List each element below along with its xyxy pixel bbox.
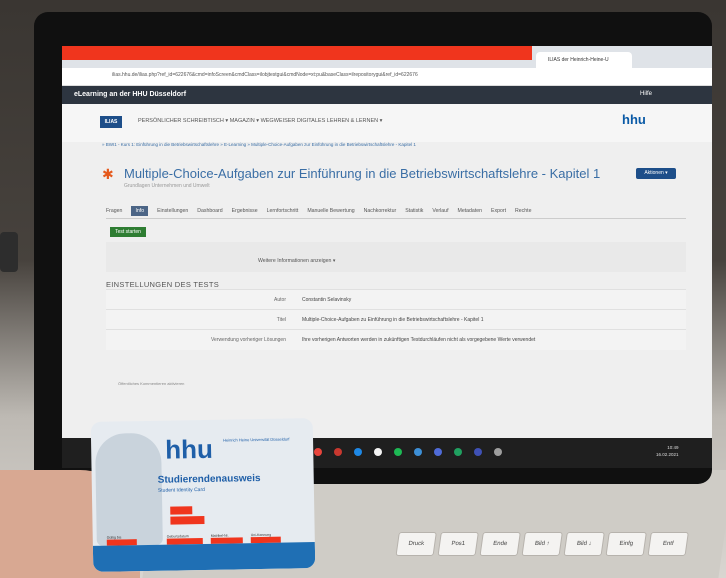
card-label-birth: Geburtsdatum <box>166 534 189 539</box>
tab-export[interactable]: Export <box>491 208 506 214</box>
app-blue-icon[interactable] <box>474 448 482 456</box>
row-label: Titel <box>276 317 286 323</box>
music-icon[interactable] <box>394 448 402 456</box>
ilias-logo[interactable]: ILIAS <box>100 116 122 128</box>
test-puzzle-icon: ✱ <box>102 166 114 182</box>
tab-divider <box>106 218 686 219</box>
card-hhu-logo: hhu <box>164 433 214 465</box>
tab-info[interactable]: Info <box>131 206 149 216</box>
page-subtitle: Grundlagen Unternehmen und Umwelt <box>124 183 210 189</box>
key-entf: Entf <box>647 532 689 556</box>
key-bild-down: Bild ↓ <box>563 532 605 556</box>
redaction-bar <box>62 46 532 60</box>
key-pos1: Pos1 <box>437 532 479 556</box>
info-panel <box>106 242 686 272</box>
start-test-button[interactable]: Test starten <box>110 227 146 237</box>
taskbar-clock[interactable]: 10:49 16.02.2021 <box>656 444 679 458</box>
row-label: Verwendung vorheriger Lösungen <box>210 337 286 343</box>
tab-fragen[interactable]: Fragen <box>106 208 122 214</box>
tab-rechte[interactable]: Rechte <box>515 208 531 214</box>
settings-row-previous-solutions: Verwendung vorheriger Lösungen Ihre vorh… <box>106 329 686 350</box>
tab-ergebnisse[interactable]: Ergebnisse <box>232 208 258 214</box>
tab-statistik[interactable]: Statistik <box>405 208 423 214</box>
browser-tab[interactable]: ILIAS der Heinrich-Heine-U <box>536 52 632 68</box>
row-value: Multiple-Choice-Aufgaben zu Einführung i… <box>302 317 484 323</box>
breadcrumb[interactable]: » BWI1 - Kurs 1: Einführung in die Betri… <box>102 142 416 147</box>
tab-verlauf[interactable]: Verlauf <box>432 208 448 214</box>
key-ende: Ende <box>479 532 521 556</box>
page-title: Multiple-Choice-Aufgaben zur Einführung … <box>124 166 601 181</box>
tab-nachkorrektur[interactable]: Nachkorrektur <box>364 208 397 214</box>
key-druck: Druck <box>395 532 437 556</box>
row-label: Autor <box>274 297 286 303</box>
card-label-uni-id: Uni-Kennung <box>250 532 272 538</box>
browser-icon[interactable] <box>354 448 362 456</box>
student-id-card: hhu Heinrich Heine Universität Düsseldor… <box>90 418 316 572</box>
card-title: Studierendenausweis <box>157 472 261 486</box>
settings-icon[interactable] <box>494 448 502 456</box>
card-label-matrikel: Matrikel-Nr. <box>210 533 229 538</box>
tab-bar: Fragen Info Einstellungen Dashboard Ergebnis… <box>106 206 686 218</box>
site-title[interactable]: eLearning an der HHU Düsseldorf <box>74 91 186 98</box>
lamp <box>0 232 18 272</box>
app-green-icon[interactable] <box>454 448 462 456</box>
tab-manuelle-bewertung[interactable]: Manuelle Bewertung <box>307 208 354 214</box>
main-menu[interactable]: PERSÖNLICHER SCHREIBTISCH ▾ MAGAZIN ▾ WE… <box>138 118 382 124</box>
folder-icon[interactable] <box>414 448 422 456</box>
photos-icon[interactable] <box>434 448 442 456</box>
row-value: Ihre vorherigen Antworten werden in zukü… <box>302 337 536 343</box>
app-icon[interactable] <box>314 448 322 456</box>
url-text[interactable]: ilias.hhu.de/ilias.php?ref_id=622676&cmd… <box>112 72 418 78</box>
settings-row-title: Titel Multiple-Choice-Aufgaben zu Einfüh… <box>106 309 686 330</box>
more-info-link[interactable]: Weitere Informationen anzeigen ▾ <box>258 258 335 264</box>
tab-einstellungen[interactable]: Einstellungen <box>157 208 188 214</box>
key-einfg: Einfg <box>605 532 647 556</box>
card-blue-stripe <box>92 542 316 572</box>
portrait-silhouette <box>94 432 163 546</box>
card-label-valid: Gültig bis <box>106 535 122 540</box>
tab-lernfortschritt[interactable]: Lernfortschritt <box>267 208 299 214</box>
pdf-icon[interactable] <box>334 448 342 456</box>
help-link[interactable]: Hilfe <box>640 91 652 97</box>
settings-row-author: Autor Constantin Selavinsky <box>106 289 686 310</box>
tab-metadaten[interactable]: Metadaten <box>458 208 483 214</box>
card-subtitle: Student Identity Card <box>157 486 205 494</box>
comments-toggle-link[interactable]: Öffentliches Kommentieren aktivieren <box>118 381 184 386</box>
chrome-icon[interactable] <box>374 448 382 456</box>
tab-dashboard[interactable]: Dashboard <box>197 208 222 214</box>
clock-date: 16.02.2021 <box>656 452 679 457</box>
redaction-name <box>170 506 193 515</box>
clock-time: 10:49 <box>667 445 679 450</box>
actions-button[interactable]: Aktionen ▾ <box>636 168 676 179</box>
key-bild-up: Bild ↑ <box>521 532 563 556</box>
laptop-screen: ILIAS der Heinrich-Heine-U ilias.hhu.de/… <box>62 46 712 468</box>
settings-section-title: EINSTELLUNGEN DES TESTS <box>106 280 220 289</box>
card-university-name: Heinrich Heine Universität Düsseldorf <box>223 436 290 443</box>
redaction-name-2 <box>170 515 205 525</box>
row-value: Constantin Selavinsky <box>302 297 352 303</box>
hhu-logo: hhu <box>622 112 646 127</box>
